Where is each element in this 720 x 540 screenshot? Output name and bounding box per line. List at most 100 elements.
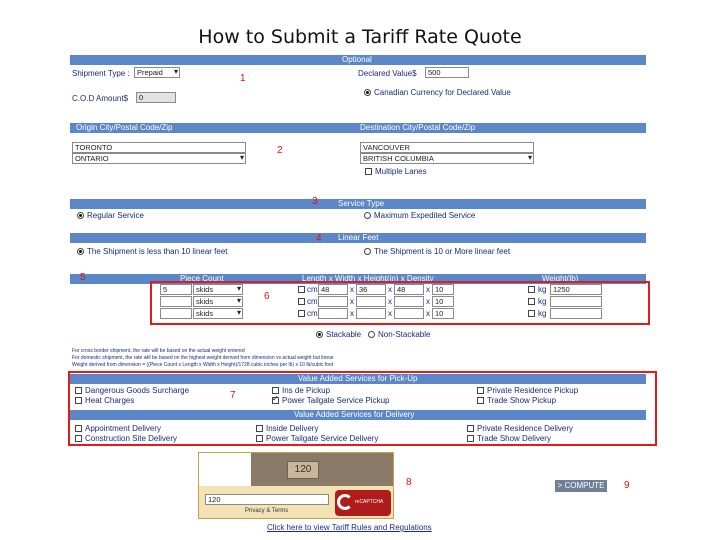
piece-count-input[interactable] — [160, 296, 192, 307]
origin-header: Origin City/Postal Code/Zip — [76, 123, 173, 132]
delivery-header-bar: Value Added Services for Delivery — [70, 410, 646, 420]
delivery-items-label: Appointment Delivery — [85, 424, 162, 433]
piece-height-input[interactable] — [394, 308, 424, 319]
delivery-items-checkbox[interactable] — [256, 425, 263, 432]
delivery-items-checkbox[interactable] — [75, 435, 82, 442]
piece-kg-checkbox[interactable] — [528, 298, 535, 305]
pickup-items-label: Dangerous Goods Surcharge — [85, 386, 190, 395]
captcha-image: 120 — [251, 453, 393, 486]
piece-width-input[interactable] — [356, 296, 386, 307]
pickup-items-label: Private Residence Pickup — [487, 386, 579, 395]
piece-height-input[interactable] — [394, 296, 424, 307]
piece-x-label: x — [426, 309, 430, 318]
origin-city-input[interactable]: TORONTO — [72, 142, 246, 153]
pickup-items-checkbox[interactable] — [272, 394, 279, 404]
pickup-items-checkbox[interactable] — [272, 387, 279, 394]
stackable-radio[interactable] — [316, 331, 323, 338]
page-title: How to Submit a Tariff Rate Quote — [198, 26, 522, 48]
annotation-2: 2 — [277, 145, 283, 156]
piece-x-label: x — [350, 285, 354, 294]
linear-header-bar: Linear Feet — [70, 233, 646, 243]
multiple-lanes-label: Multiple Lanes — [375, 167, 427, 176]
piece-weight-input[interactable]: 1250 — [550, 284, 602, 295]
piece-density-input[interactable]: 10 — [432, 296, 454, 307]
piece-width-input[interactable]: 36 — [356, 284, 386, 295]
shipment-type-label: Shipment Type : — [72, 69, 130, 78]
piece-count-input[interactable]: 5 — [160, 284, 192, 295]
cod-amount-input[interactable]: 0 — [136, 92, 176, 103]
pickup-items-label: Ins de Pickup — [282, 386, 331, 395]
piece-x-label: x — [388, 297, 392, 306]
piece-x-label: x — [350, 297, 354, 306]
linear-less-radio[interactable] — [77, 248, 84, 255]
annotation-3: 3 — [312, 196, 318, 207]
regular-service-label: Regular Service — [87, 211, 144, 220]
piece-cm-label: cm — [307, 285, 318, 294]
cod-label: C.O.D Amount$ — [72, 94, 129, 103]
piece-width-input[interactable] — [356, 308, 386, 319]
piece-cm-checkbox[interactable] — [298, 286, 305, 293]
captcha-input[interactable]: 120 — [205, 494, 329, 505]
annotation-9: 9 — [624, 480, 630, 491]
piece-unit-select[interactable]: skids — [193, 284, 243, 295]
piece-kg-checkbox[interactable] — [528, 310, 535, 317]
multiple-lanes-checkbox[interactable] — [365, 168, 372, 175]
tariff-rules-link[interactable]: Click here to view Tariff Rules and Regu… — [267, 523, 432, 532]
regular-service-radio[interactable] — [77, 212, 84, 219]
delivery-items-checkbox[interactable] — [75, 425, 82, 432]
pickup-items-label: Heat Charges — [85, 396, 135, 405]
expedited-service-radio[interactable] — [364, 212, 371, 219]
piece-kg-label: kg — [538, 297, 547, 306]
non-stackable-radio[interactable] — [368, 331, 375, 338]
pickup-items-checkbox[interactable] — [75, 397, 82, 404]
location-header-bar: Origin City/Postal Code/Zip Destination … — [70, 123, 646, 133]
stackable-label: Stackable — [326, 330, 362, 339]
compute-button[interactable]: > COMPUTE — [555, 480, 607, 492]
piece-unit-select[interactable]: skids — [193, 308, 243, 319]
pickup-items-checkbox[interactable] — [75, 387, 82, 394]
captcha-privacy-link[interactable]: Privacy & Terms — [245, 508, 288, 514]
delivery-items-label: Power Tailgate Service Delivery — [266, 434, 379, 443]
piece-x-label: x — [426, 285, 430, 294]
annotation-1: 1 — [240, 73, 246, 84]
origin-province-select[interactable]: ONTARIO — [72, 153, 246, 164]
annotation-4: 4 — [316, 233, 322, 244]
piece-density-input[interactable]: 10 — [432, 308, 454, 319]
piece-density-input[interactable]: 10 — [432, 284, 454, 295]
pickup-items-label: Trade Show Pickup — [487, 396, 557, 405]
note-cross-border: For cross border shipment, the rate will… — [72, 348, 245, 354]
captcha-white-panel — [199, 453, 251, 486]
pickup-header-bar: Value Added Services for Pick-Up — [70, 374, 646, 384]
piece-unit-select[interactable]: skids — [193, 296, 243, 307]
destination-province-select[interactable]: BRITISH COLUMBIA — [360, 153, 534, 164]
annotation-8: 8 — [406, 477, 412, 488]
pickup-items-checkbox[interactable] — [477, 387, 484, 394]
pickup-items-label: Power Tailgate Service Pickup — [282, 396, 390, 405]
captcha-code: 120 — [287, 461, 319, 479]
declared-value-input[interactable]: 500 — [425, 67, 469, 78]
piece-length-input[interactable]: 48 — [318, 284, 348, 295]
piece-weight-input[interactable] — [550, 308, 602, 319]
currency-radio[interactable] — [364, 89, 371, 96]
destination-city-input[interactable]: VANCOUVER — [360, 142, 534, 153]
annotation-7: 7 — [230, 390, 236, 401]
piece-length-input[interactable] — [318, 296, 348, 307]
shipment-type-select[interactable]: Prepaid — [134, 67, 180, 78]
piece-cm-checkbox[interactable] — [298, 298, 305, 305]
captcha-brand: reCAPTCHA — [355, 499, 384, 505]
expedited-service-label: Maximum Expedited Service — [374, 211, 476, 220]
pickup-items-checkbox[interactable] — [477, 397, 484, 404]
piece-count-input[interactable] — [160, 308, 192, 319]
delivery-items-checkbox[interactable] — [467, 425, 474, 432]
note-formula: Weight derived from dimension = ((Piece … — [72, 362, 334, 368]
captcha-refresh-icon[interactable] — [337, 494, 353, 510]
delivery-items-checkbox[interactable] — [256, 435, 263, 442]
piece-cm-checkbox[interactable] — [298, 310, 305, 317]
piece-weight-input[interactable] — [550, 296, 602, 307]
pickup-header: Value Added Services for Pick-Up — [298, 374, 418, 383]
delivery-items-checkbox[interactable] — [467, 435, 474, 442]
piece-kg-checkbox[interactable] — [528, 286, 535, 293]
piece-height-input[interactable]: 48 — [394, 284, 424, 295]
linear-more-radio[interactable] — [364, 248, 371, 255]
piece-length-input[interactable] — [318, 308, 348, 319]
